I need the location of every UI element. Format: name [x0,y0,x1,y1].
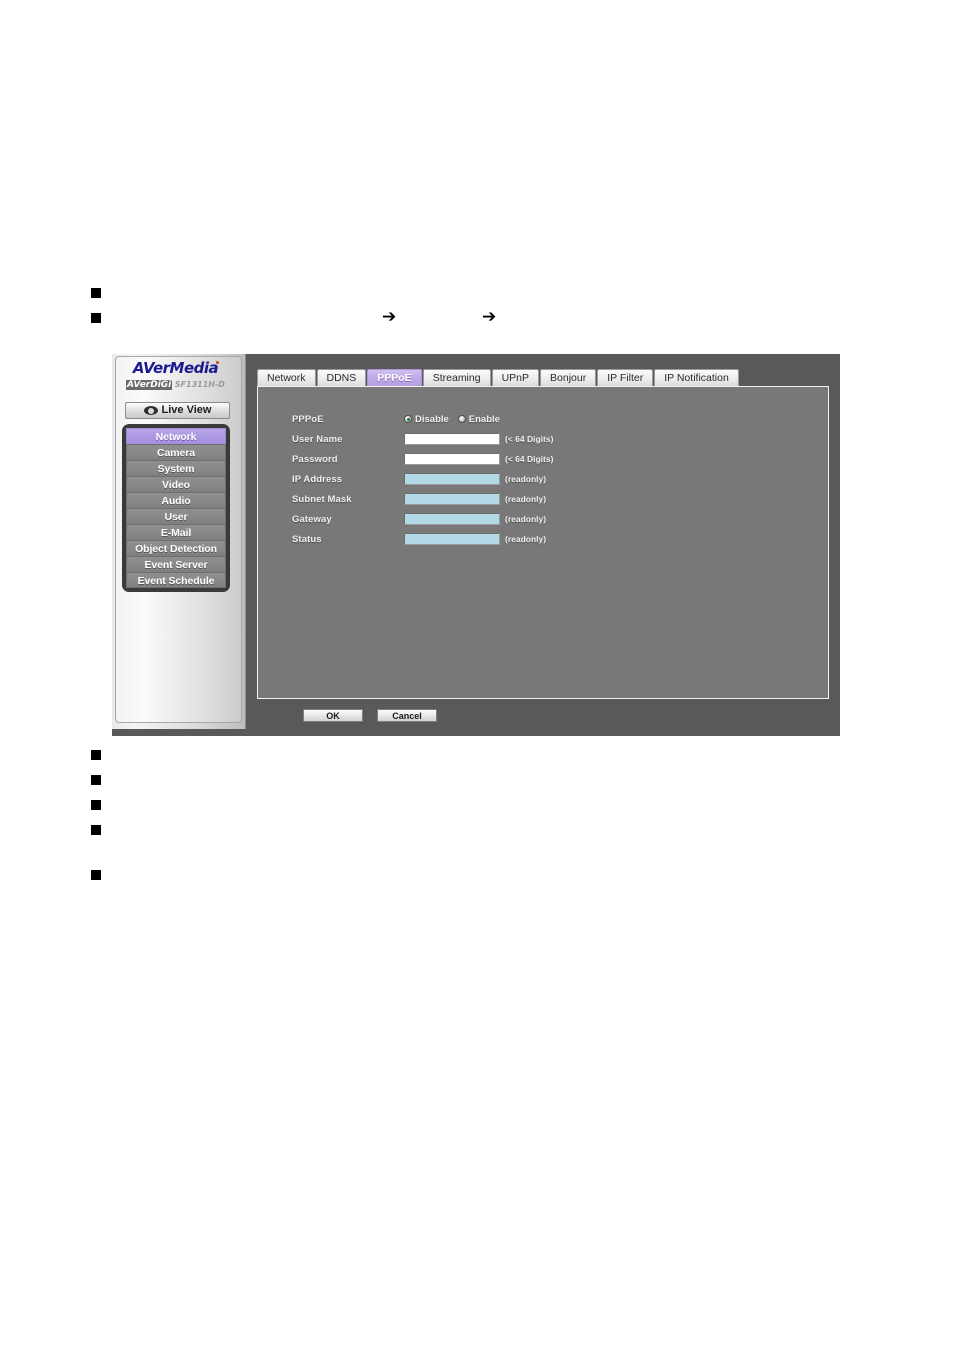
user-name-row: User Name (< 64 Digits) [292,429,818,449]
radio-dot-icon[interactable] [404,415,412,423]
subnet-mask-row: Subnet Mask (readonly) [292,489,818,509]
subnet-mask-hint: (readonly) [505,494,547,504]
pppoe-mode-row: PPPoE Disable Enable [292,409,818,429]
pppoe-label: PPPoE [292,413,324,425]
tab-pppoe[interactable]: PPPoE [367,369,422,386]
status-hint: (readonly) [505,534,547,544]
pppoe-form: PPPoE Disable Enable User Name (< 64 Digit… [292,409,818,549]
tab-streaming[interactable]: Streaming [422,369,491,386]
bullet-marker [92,751,100,759]
settings-tab-strip: Network DDNS PPPoE Streaming UPnP Bonjour IP F… [257,369,739,386]
brand-name-text: AVerMedia [132,359,219,377]
sidebar-item-network[interactable]: Network [126,428,226,444]
settings-panel: PPPoE Disable Enable User Name (< 64 Digit… [257,386,829,699]
sidebar-menu: Network Camera System Video Audio User E-Mail O… [122,424,230,592]
gateway-row: Gateway (readonly) [292,509,818,529]
password-hint: (< 64 Digits) [505,454,554,464]
camera-web-ui-screenshot: AVerMedia AVerDiGi SF1311H-D Live View N… [112,354,840,736]
sidebar-item-video[interactable]: Video [126,476,226,492]
sidebar-item-system[interactable]: System [126,460,226,476]
brand-product-prefix: AVerDiGi [126,380,173,390]
sidebar-item-e-mail[interactable]: E-Mail [126,524,226,540]
brand-red-dot-icon [216,361,220,364]
sidebar-item-event-schedule[interactable]: Event Schedule [126,572,226,588]
eye-icon [143,406,158,415]
sidebar-item-camera[interactable]: Camera [126,444,226,460]
bullet-marker [92,826,100,834]
arrow-right-icon: ➔ [382,307,397,327]
gateway-label: Gateway [292,513,332,525]
sidebar-item-user[interactable]: User [126,508,226,524]
bullet-marker [92,801,100,809]
status-label: Status [292,533,322,545]
password-label: Password [292,453,338,465]
user-name-label: User Name [292,433,343,445]
radio-disable[interactable]: Disable [404,414,449,425]
status-row: Status (readonly) [292,529,818,549]
bullet-marker [92,776,100,784]
sidebar-item-event-server[interactable]: Event Server [126,556,226,572]
status-input [404,533,500,545]
pppoe-field-list: User Name (< 64 Digits) Password (< 64 Digi… [292,429,818,549]
user-name-hint: (< 64 Digits) [505,434,554,444]
arrow-right-icon: ➔ [482,307,497,327]
cancel-button[interactable]: Cancel [377,709,437,722]
pppoe-radio-group[interactable]: Disable Enable [404,414,500,425]
subnet-mask-input [404,493,500,505]
radio-dot-icon[interactable] [457,415,466,423]
bullet-marker [92,314,100,322]
password-row: Password (< 64 Digits) [292,449,818,469]
ip-address-row: IP Address (readonly) [292,469,818,489]
sidebar-item-object-detection[interactable]: Object Detection [126,540,226,556]
content-area: Network DDNS PPPoE Streaming UPnP Bonjour IP F… [246,354,840,736]
tab-ip-notification[interactable]: IP Notification [654,369,739,386]
tab-upnp[interactable]: UPnP [491,369,540,386]
tab-network[interactable]: Network [257,369,316,386]
tab-bonjour[interactable]: Bonjour [540,369,597,386]
brand-logo: AVerMedia AVerDiGi SF1311H-D [112,360,239,391]
ip-address-input [404,473,500,485]
sidebar-item-audio[interactable]: Audio [126,492,226,508]
bullet-marker [92,871,100,879]
bullet-marker [92,289,100,297]
dialog-button-bar: OK Cancel [303,709,437,722]
radio-label: Enable [468,413,500,425]
radio-label: Disable [415,413,449,425]
password-input[interactable] [404,453,500,465]
gateway-input [404,513,500,525]
ip-address-hint: (readonly) [505,474,547,484]
tab-ip-filter[interactable]: IP Filter [597,369,654,386]
brand-product-line: AVerDiGi SF1311H-D [112,379,239,391]
subnet-mask-label: Subnet Mask [292,493,352,505]
live-view-label: Live View [161,404,212,416]
live-view-button[interactable]: Live View [125,402,230,419]
brand-model-number: SF1311H-D [174,380,225,389]
tab-ddns[interactable]: DDNS [316,369,367,386]
gateway-hint: (readonly) [505,514,547,524]
radio-enable[interactable]: Enable [457,413,500,425]
ip-address-label: IP Address [292,473,343,485]
left-navigation-panel: AVerMedia AVerDiGi SF1311H-D Live View N… [112,354,246,729]
user-name-input[interactable] [404,433,500,445]
ok-button[interactable]: OK [303,709,363,722]
brand-name: AVerMedia [132,359,220,377]
